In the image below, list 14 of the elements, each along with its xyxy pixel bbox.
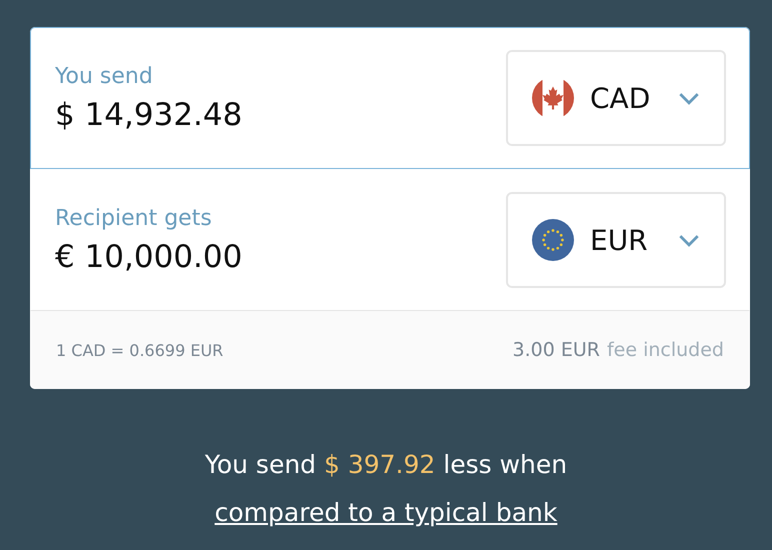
amount-value: $ 14,932.48 [55, 96, 242, 132]
fee-note: fee included [606, 339, 724, 361]
chevron-down-icon [678, 92, 700, 104]
savings-sentence: You send $ 397.92 less when compared to a typical bank [204, 449, 568, 529]
bank-comparison-link[interactable]: compared to a typical bank [214, 498, 558, 527]
amount-value: € 10,000.00 [55, 238, 242, 274]
chevron-down-icon [678, 234, 700, 246]
field-label: You send [55, 64, 154, 88]
fee-amount: 3.00 EUR [512, 339, 600, 361]
field-label: Recipient gets [55, 206, 213, 230]
exchange-rate: 1 CAD = 0.6699 EUR [56, 340, 224, 360]
star-circle-flag-icon [532, 219, 574, 261]
currency-dropdown[interactable]: CAD [506, 50, 726, 146]
currency-dropdown[interactable]: EUR [506, 192, 726, 288]
